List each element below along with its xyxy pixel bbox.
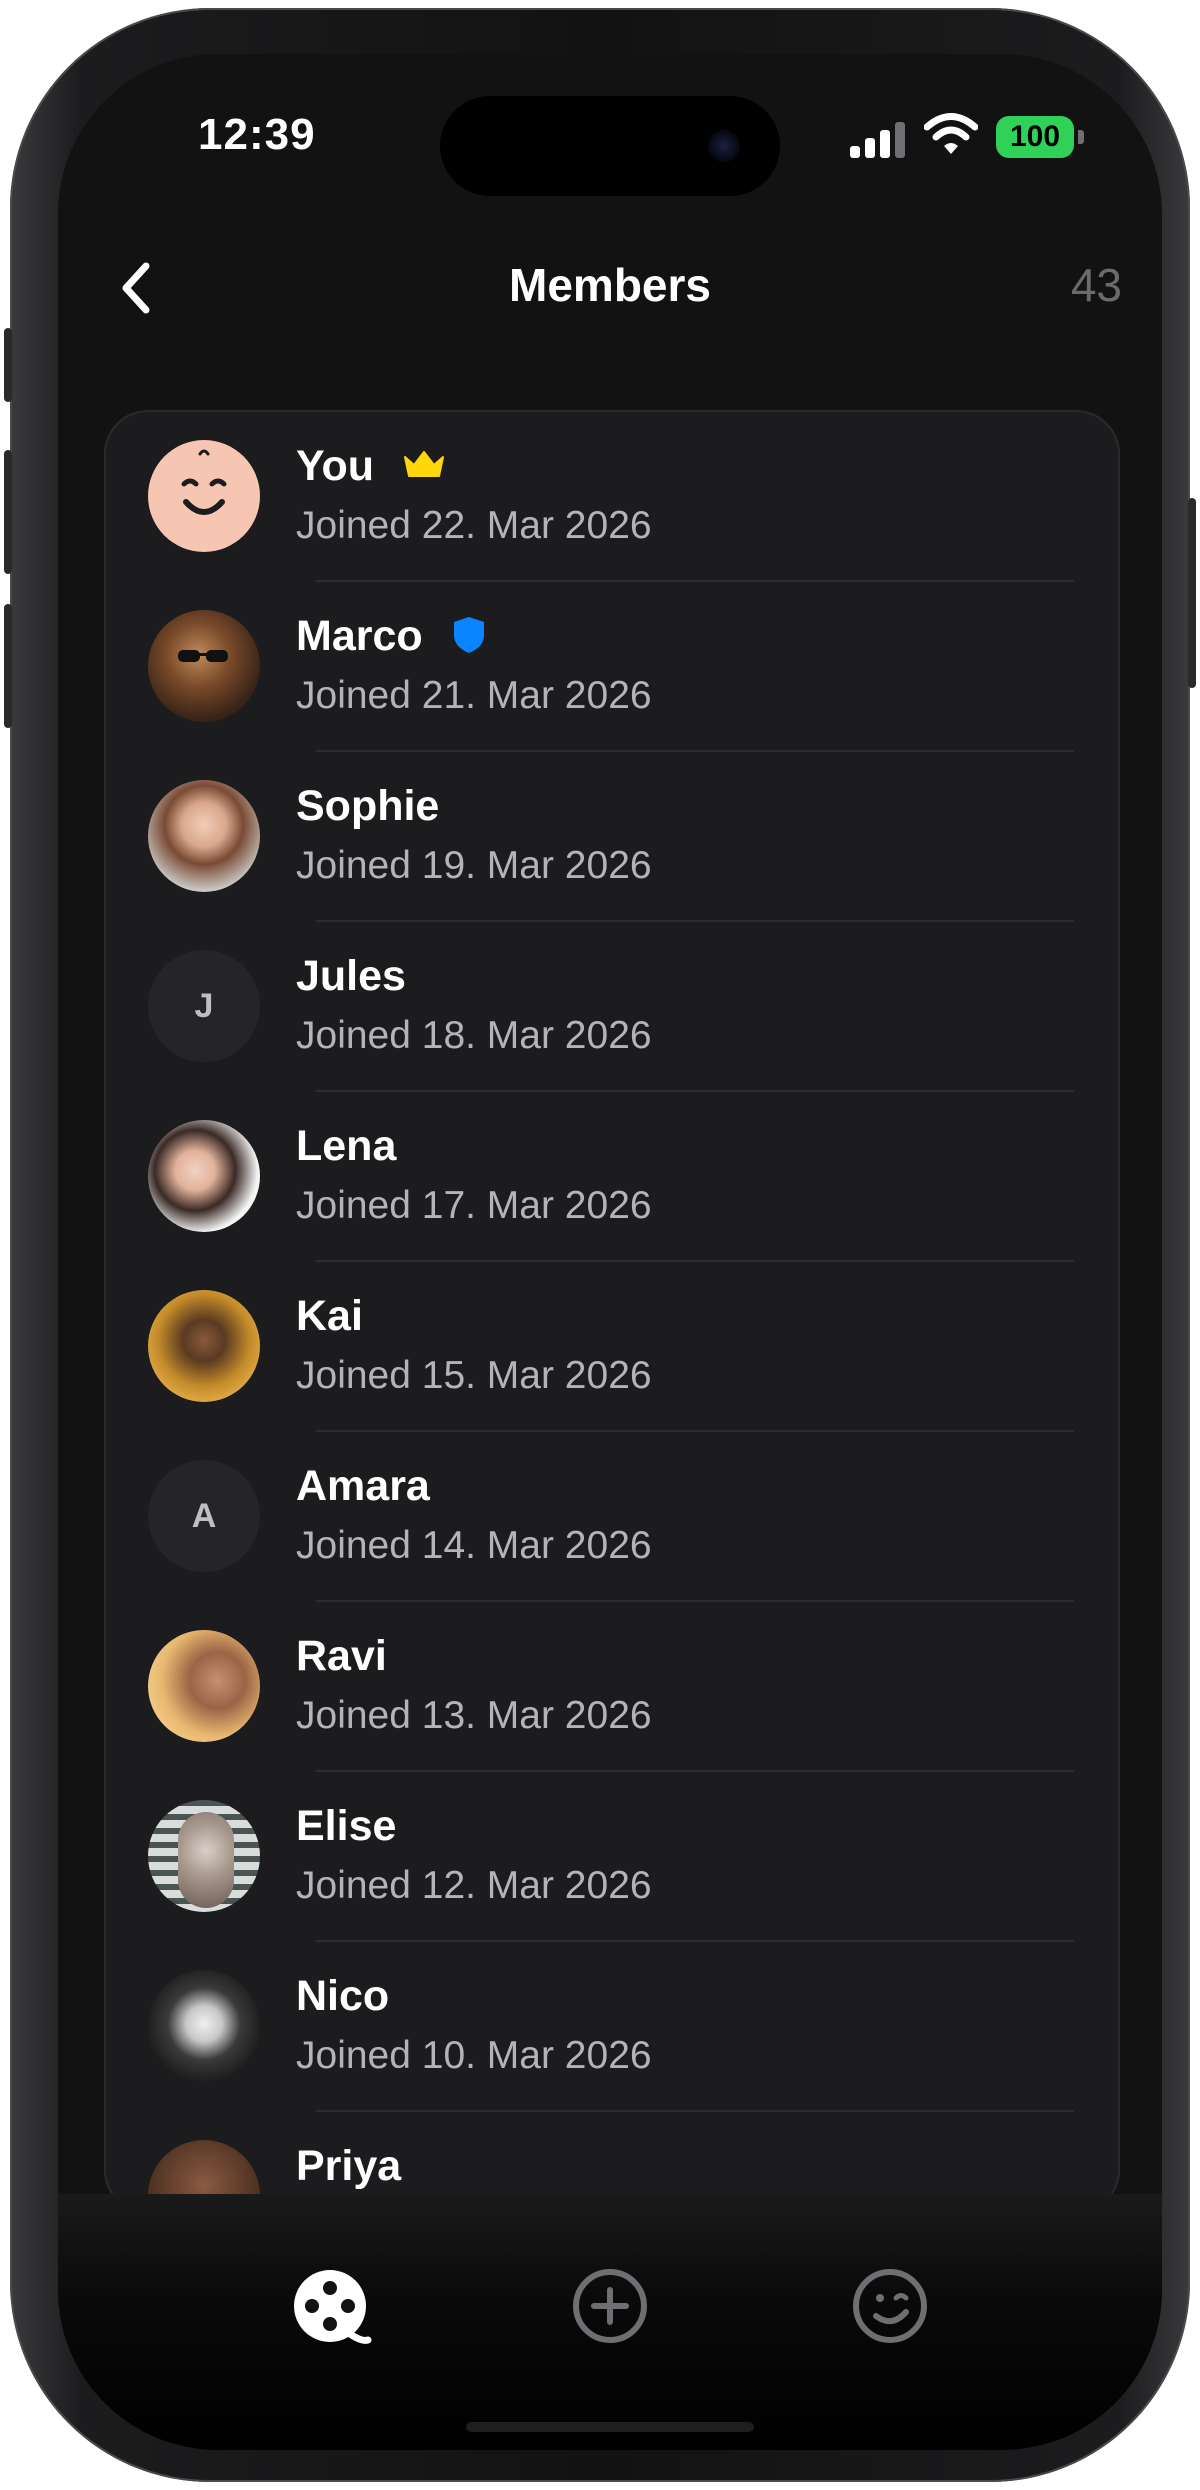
- members-list: You Joined 22. Mar 2026 Marco Joined 21.…: [104, 410, 1120, 2214]
- home-indicator: [466, 2422, 754, 2432]
- member-name: Priya: [296, 2142, 402, 2190]
- sunglasses-icon: [178, 650, 228, 662]
- add-circle-icon[interactable]: [568, 2264, 652, 2348]
- member-name: Nico: [296, 1972, 390, 2020]
- avatar: [148, 1120, 260, 1232]
- crown-icon: [403, 450, 444, 477]
- action-button: [4, 328, 12, 402]
- member-name-row: Marco: [296, 612, 487, 661]
- shield-icon: [453, 616, 484, 653]
- member-name: Amara: [296, 1462, 430, 1510]
- avatar: [148, 1630, 260, 1742]
- smiley-icon[interactable]: [848, 2264, 932, 2348]
- list-item[interactable]: Lena Joined 17. Mar 2026: [106, 1092, 1118, 1262]
- member-joined-date: Joined 10. Mar 2026: [296, 2034, 652, 2077]
- list-item[interactable]: Marco Joined 21. Mar 2026: [106, 582, 1118, 752]
- member-name: Sophie: [296, 782, 440, 830]
- list-item[interactable]: Ravi Joined 13. Mar 2026: [106, 1602, 1118, 1772]
- list-item[interactable]: You Joined 22. Mar 2026: [106, 412, 1118, 582]
- member-name: Elise: [296, 1802, 397, 1850]
- avatar: [148, 1800, 260, 1912]
- status-time: 12:39: [198, 110, 316, 159]
- dynamic-island: [440, 96, 780, 196]
- member-count: 43: [1070, 259, 1122, 311]
- list-item[interactable]: Nico Joined 10. Mar 2026: [106, 1942, 1118, 2112]
- power-button: [1188, 498, 1196, 688]
- camera-lens: [708, 130, 740, 162]
- member-name: You: [296, 442, 375, 490]
- tab-bar: [58, 2194, 1162, 2450]
- avatar: [148, 780, 260, 892]
- battery-level: 100: [996, 116, 1074, 158]
- avatar: [148, 1290, 260, 1402]
- member-joined-date: Joined 14. Mar 2026: [296, 1524, 652, 1567]
- member-joined-date: Joined 15. Mar 2026: [296, 1354, 652, 1397]
- member-name: Ravi: [296, 1632, 387, 1680]
- member-joined-date: Joined 22. Mar 2026: [296, 504, 652, 547]
- member-joined-date: Joined 13. Mar 2026: [296, 1694, 652, 1737]
- avatar: [148, 610, 260, 722]
- list-item[interactable]: A Amara Joined 14. Mar 2026: [106, 1432, 1118, 1602]
- member-joined-date: Joined 19. Mar 2026: [296, 844, 652, 887]
- member-joined-date: Joined 12. Mar 2026: [296, 1864, 652, 1907]
- member-name: Marco: [296, 612, 423, 660]
- member-name: Kai: [296, 1292, 363, 1340]
- list-item[interactable]: J Jules Joined 18. Mar 2026: [106, 922, 1118, 1092]
- smiley-avatar-icon: [181, 449, 227, 515]
- avatar-initial: A: [148, 1460, 260, 1572]
- list-item[interactable]: Sophie Joined 19. Mar 2026: [106, 752, 1118, 922]
- list-item[interactable]: Elise Joined 12. Mar 2026: [106, 1772, 1118, 1942]
- member-name: Lena: [296, 1122, 397, 1170]
- film-reel-icon[interactable]: [288, 2264, 372, 2348]
- member-joined-date: Joined 17. Mar 2026: [296, 1184, 652, 1227]
- screen: 12:39 100 Members 43 You Joined 22. Mar …: [58, 54, 1162, 2450]
- cellular-signal-icon: [850, 120, 906, 158]
- volume-up-button: [4, 450, 12, 574]
- page-title: Members: [509, 259, 711, 311]
- avatar-initial: J: [148, 950, 260, 1062]
- battery-cap: [1078, 130, 1084, 144]
- member-name: Jules: [296, 952, 406, 1000]
- avatar: [148, 1970, 260, 2082]
- volume-down-button: [4, 604, 12, 728]
- wifi-icon: [924, 113, 978, 154]
- member-joined-date: Joined 21. Mar 2026: [296, 674, 652, 717]
- member-joined-date: Joined 18. Mar 2026: [296, 1014, 652, 1057]
- phone-frame: 12:39 100 Members 43 You Joined 22. Mar …: [4, 8, 1196, 2482]
- list-item[interactable]: Kai Joined 15. Mar 2026: [106, 1262, 1118, 1432]
- member-name-row: You: [296, 442, 446, 491]
- avatar: [148, 440, 260, 552]
